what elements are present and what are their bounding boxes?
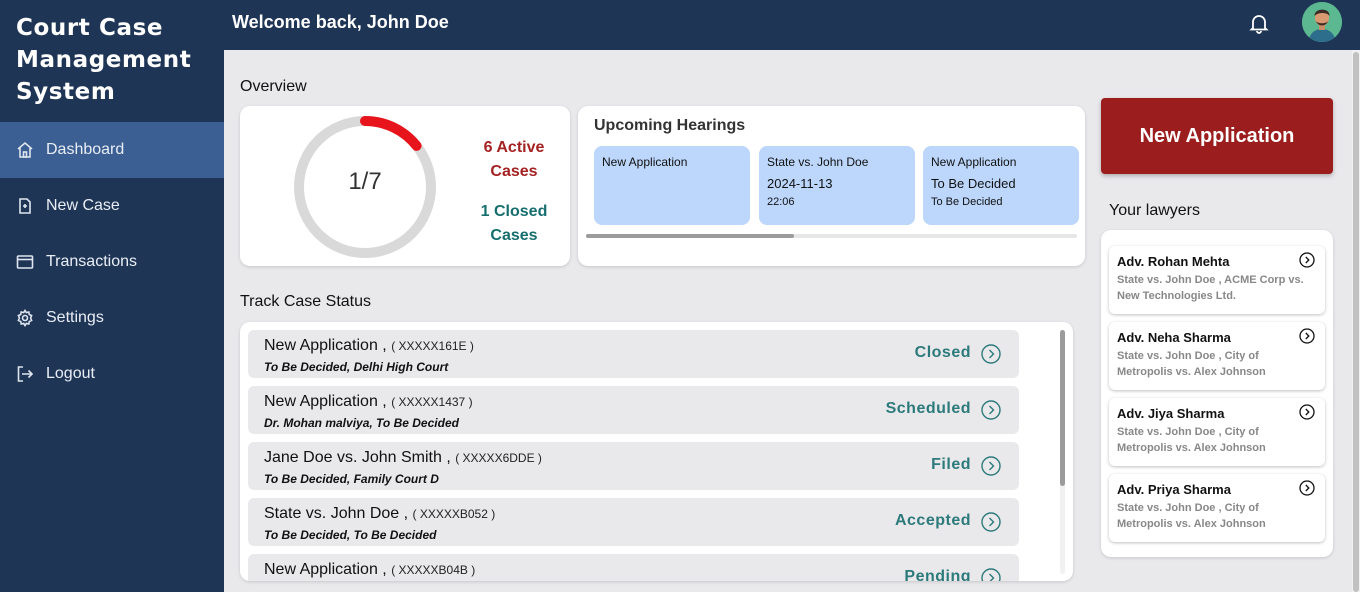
case-status: Pending <box>904 568 971 581</box>
sidebar-item-transactions[interactable]: Transactions <box>0 234 224 290</box>
case-row[interactable]: Jane Doe vs. John Smith , ( XXXXX6DDE ) … <box>248 442 1019 490</box>
sidebar-item-label: Logout <box>46 365 95 382</box>
chevron-right-circle-icon[interactable] <box>1299 328 1315 344</box>
new-application-button[interactable]: New Application <box>1101 98 1333 174</box>
lawyer-card[interactable]: Adv. Rohan Mehta State vs. John Doe , AC… <box>1109 246 1325 314</box>
logout-icon <box>16 365 34 383</box>
welcome-text: Welcome back, John Doe <box>232 12 449 32</box>
scrollbar-thumb[interactable] <box>1060 330 1065 486</box>
avatar[interactable] <box>1302 2 1342 42</box>
sidebar-item-settings[interactable]: Settings <box>0 290 224 346</box>
lawyer-cases: State vs. John Doe , ACME Corp vs. New T… <box>1117 274 1304 302</box>
lawyer-cases: State vs. John Doe , City of Metropolis … <box>1117 426 1266 454</box>
sidebar-item-new-case[interactable]: New Case <box>0 178 224 234</box>
case-status: Accepted <box>894 512 971 529</box>
case-id: ( XXXXX6DDE ) <box>455 451 542 465</box>
hearing-card[interactable]: State vs. John Doe 2024-11-13 22:06 <box>759 146 915 225</box>
chevron-right-circle-icon[interactable] <box>1299 404 1315 420</box>
case-details: To Be Decided, Family Court D <box>264 472 439 486</box>
case-status: Filed <box>931 456 971 473</box>
case-name: Jane Doe vs. John Smith , <box>264 449 451 466</box>
chevron-right-circle-icon[interactable] <box>1299 252 1315 268</box>
lawyer-name: Adv. Jiya Sharma <box>1117 406 1225 421</box>
closed-cases-count: 1 Closed Cases <box>480 203 548 244</box>
case-details: To Be Decided, Delhi High Court <box>264 360 449 374</box>
document-icon <box>16 197 34 215</box>
sidebar-item-label: New Case <box>46 197 120 214</box>
progress-label: 1/7 <box>348 168 382 195</box>
case-name: New Application , <box>264 337 387 354</box>
case-row[interactable]: New Application , ( XXXXXB04B ) Pending <box>248 554 1019 581</box>
sidebar-item-label: Settings <box>46 309 104 326</box>
lawyers-title: Your lawyers <box>1109 202 1201 219</box>
bell-icon[interactable] <box>1248 12 1270 34</box>
chevron-right-circle-icon[interactable] <box>981 400 1001 420</box>
case-status: Closed <box>914 344 971 361</box>
hearing-card[interactable]: New Application To Be Decided To Be Deci… <box>923 146 1079 225</box>
card-icon <box>16 253 34 271</box>
case-name: State vs. John Doe , <box>264 505 409 522</box>
case-details: To Be Decided, To Be Decided <box>264 528 437 542</box>
page-scrollbar[interactable] <box>1352 50 1360 592</box>
hearing-date: 2024-11-13 <box>767 176 833 191</box>
track-title: Track Case Status <box>240 293 372 310</box>
gear-icon <box>16 309 34 327</box>
sidebar-item-dashboard[interactable]: Dashboard <box>0 122 224 178</box>
chevron-right-circle-icon[interactable] <box>981 456 1001 476</box>
app-title: Court Case Management System <box>16 15 192 105</box>
case-row[interactable]: New Application , ( XXXXX161E ) To Be De… <box>248 330 1019 378</box>
case-row[interactable]: New Application , ( XXXXX1437 ) Dr. Moha… <box>248 386 1019 434</box>
lawyer-card[interactable]: Adv. Neha Sharma State vs. John Doe , Ci… <box>1109 322 1325 390</box>
sidebar-item-label: Dashboard <box>46 141 125 158</box>
sidebar-item-logout[interactable]: Logout <box>0 346 224 402</box>
upcoming-hearings-card: Upcoming Hearings New Application State … <box>578 106 1085 266</box>
hearing-date: To Be Decided <box>931 176 1016 191</box>
hearings-title: Upcoming Hearings <box>594 117 746 134</box>
lawyer-card[interactable]: Adv. Priya Sharma State vs. John Doe , C… <box>1109 474 1325 542</box>
hearing-title: New Application <box>602 155 688 169</box>
hearing-time: 22:06 <box>767 196 795 208</box>
case-details: Dr. Mohan malviya, To Be Decided <box>264 416 459 430</box>
home-icon <box>16 141 34 159</box>
case-id: ( XXXXX1437 ) <box>391 395 473 409</box>
sidebar: Court Case Management System Dashboard N… <box>0 0 224 592</box>
case-id: ( XXXXX161E ) <box>391 339 474 353</box>
lawyer-name: Adv. Neha Sharma <box>1117 330 1231 345</box>
chevron-right-circle-icon[interactable] <box>981 344 1001 364</box>
chevron-right-circle-icon[interactable] <box>981 568 1001 581</box>
case-row[interactable]: State vs. John Doe , ( XXXXXB052 ) To Be… <box>248 498 1019 546</box>
top-bar: Welcome back, John Doe <box>224 0 1360 50</box>
hearing-title: New Application <box>931 155 1017 169</box>
hearings-scrollbar[interactable] <box>586 234 1077 238</box>
lawyers-card: Adv. Rohan Mehta State vs. John Doe , AC… <box>1101 230 1333 557</box>
case-status: Scheduled <box>885 400 971 417</box>
overview-title: Overview <box>240 78 307 95</box>
chevron-right-circle-icon[interactable] <box>1299 480 1315 496</box>
lawyer-name: Adv. Priya Sharma <box>1117 482 1231 497</box>
scrollbar-thumb[interactable] <box>586 234 794 238</box>
overview-card: 1/7 6 Active Cases 1 Closed Cases <box>240 106 570 266</box>
scrollbar-thumb[interactable] <box>1353 52 1359 592</box>
case-list-scrollbar[interactable] <box>1060 330 1065 574</box>
case-name: New Application , <box>264 393 387 410</box>
hearing-card[interactable]: New Application <box>594 146 750 225</box>
lawyer-cases: State vs. John Doe , City of Metropolis … <box>1117 502 1266 530</box>
lawyer-card[interactable]: Adv. Jiya Sharma State vs. John Doe , Ci… <box>1109 398 1325 466</box>
hearing-title: State vs. John Doe <box>767 155 869 169</box>
hearing-time: To Be Decided <box>931 196 1003 208</box>
case-id: ( XXXXXB04B ) <box>391 563 476 577</box>
lawyer-name: Adv. Rohan Mehta <box>1117 254 1230 269</box>
case-name: New Application , <box>264 561 387 578</box>
lawyer-cases: State vs. John Doe , City of Metropolis … <box>1117 350 1266 378</box>
track-case-list: New Application , ( XXXXX161E ) To Be De… <box>240 322 1073 581</box>
case-id: ( XXXXXB052 ) <box>412 507 496 521</box>
active-cases-count: 6 Active Cases <box>483 139 545 180</box>
sidebar-item-label: Transactions <box>46 253 137 270</box>
chevron-right-circle-icon[interactable] <box>981 512 1001 532</box>
